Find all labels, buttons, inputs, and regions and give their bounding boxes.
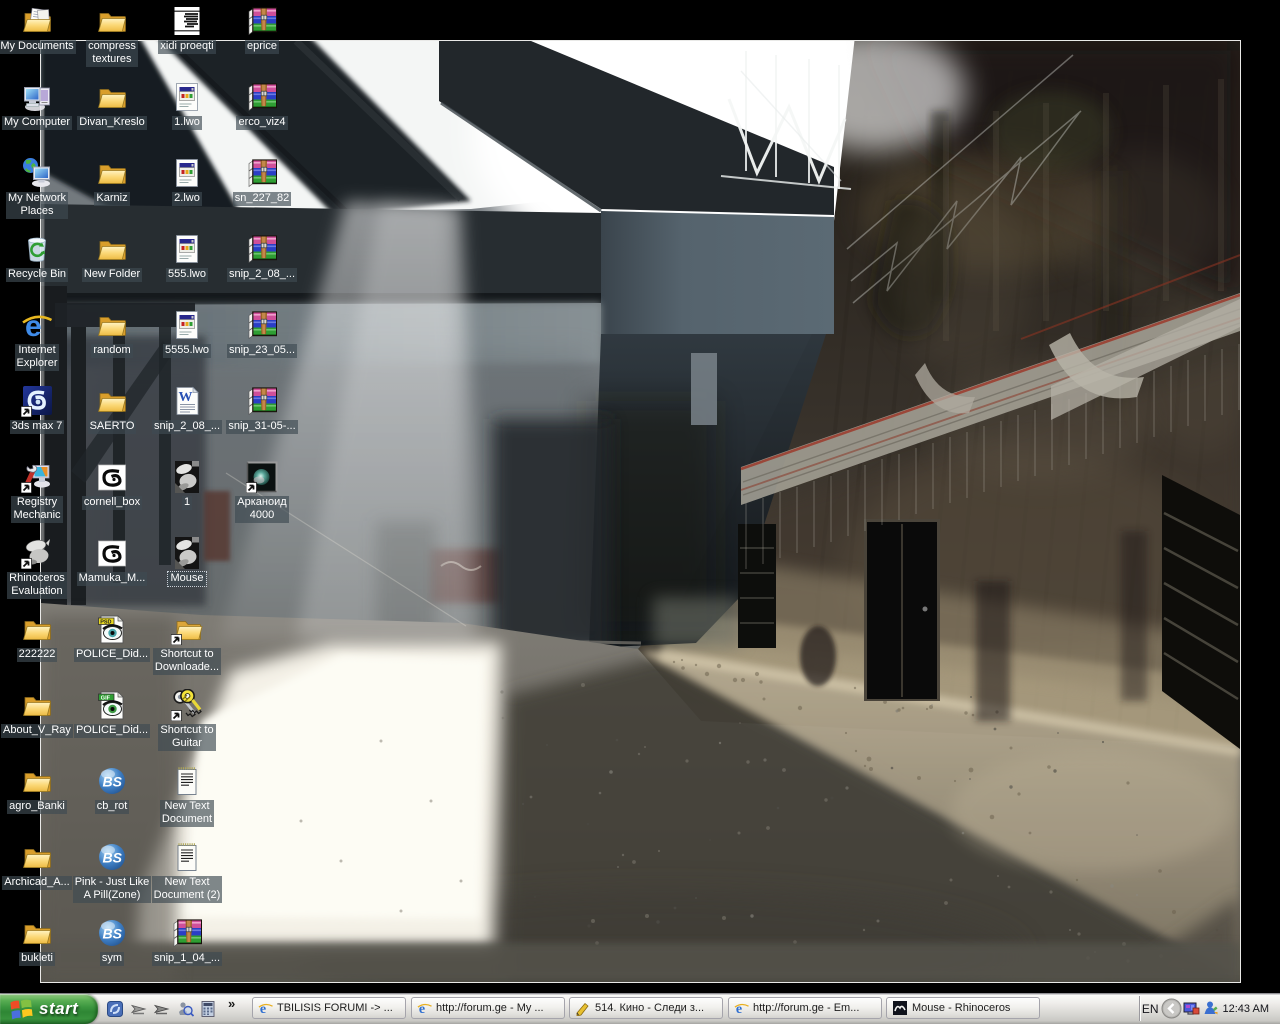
svg-text:e: e (419, 1001, 425, 1016)
svg-text:e: e (736, 1001, 742, 1016)
svg-text:e: e (260, 1001, 266, 1016)
